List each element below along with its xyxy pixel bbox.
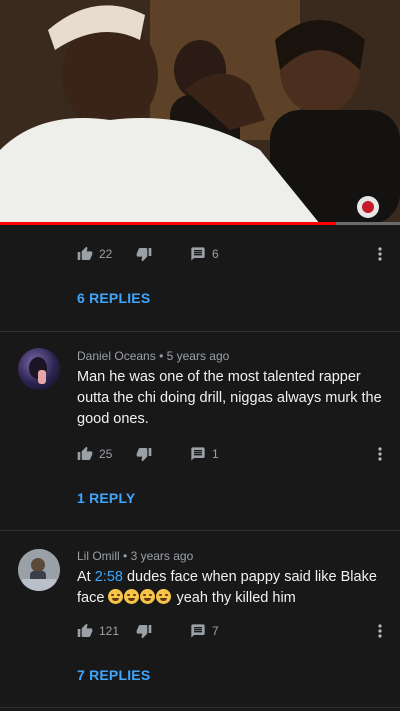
author-name[interactable]: Daniel Oceans xyxy=(77,349,156,363)
reply-icon xyxy=(191,247,205,261)
view-replies-link[interactable]: 1 REPLY xyxy=(77,490,135,506)
like-count: 25 xyxy=(99,447,113,461)
comment-text: Man he was one of the most talented rapp… xyxy=(77,369,382,427)
avatar-image xyxy=(18,549,60,591)
avatar-image xyxy=(29,357,47,384)
thumbs-up-icon xyxy=(77,446,93,460)
view-replies-link[interactable]: 6 REPLIES xyxy=(77,290,150,306)
dislike-button[interactable] xyxy=(136,442,152,466)
more-vertical-icon xyxy=(378,624,382,638)
meta-separator: • xyxy=(123,549,128,563)
comment-time: 5 years ago xyxy=(166,349,230,363)
more-options-button[interactable] xyxy=(374,442,386,466)
video-progress-fill xyxy=(0,222,336,225)
comment-time: 3 years ago xyxy=(130,549,194,563)
reply-icon xyxy=(191,447,205,461)
crying-laughing-emoji-icon xyxy=(156,589,172,604)
crying-laughing-emoji-icon xyxy=(108,589,124,604)
comment-text-end: yeah thy killed him xyxy=(172,590,296,606)
more-options-button[interactable] xyxy=(374,619,386,643)
comment-actions: 121 7 xyxy=(0,619,400,643)
comment-meta: Lil Omill • 3 years ago xyxy=(77,549,193,563)
video-player[interactable] xyxy=(0,0,400,224)
meta-separator: • xyxy=(159,349,164,363)
like-count: 121 xyxy=(99,624,120,638)
dislike-button[interactable] xyxy=(136,242,152,266)
thumbs-up-icon xyxy=(77,246,93,260)
divider xyxy=(0,530,400,531)
comment-actions: 25 1 xyxy=(0,442,400,466)
reply-button[interactable]: 1 xyxy=(190,442,219,466)
like-button[interactable]: 22 xyxy=(77,242,112,266)
dislike-button[interactable] xyxy=(136,619,152,643)
like-button[interactable]: 121 xyxy=(77,619,119,643)
author-name[interactable]: Lil Omill xyxy=(77,549,120,563)
comment-text-start: At xyxy=(77,569,95,585)
crying-laughing-emoji-icon xyxy=(140,589,156,604)
thumbs-down-icon xyxy=(136,248,152,262)
reply-button[interactable]: 7 xyxy=(190,619,219,643)
emoji-row xyxy=(108,589,172,606)
reply-count: 6 xyxy=(212,247,219,261)
video-progress-bar[interactable] xyxy=(0,222,400,225)
more-options-button[interactable] xyxy=(374,242,386,266)
divider xyxy=(0,331,400,332)
comment-meta: Daniel Oceans • 5 years ago xyxy=(77,349,229,363)
more-vertical-icon xyxy=(378,247,382,261)
like-button[interactable]: 25 xyxy=(77,442,112,466)
reply-icon xyxy=(191,624,205,638)
thumbs-up-icon xyxy=(77,623,93,637)
avatar[interactable] xyxy=(18,348,60,390)
divider xyxy=(0,707,400,708)
avatar[interactable] xyxy=(18,549,60,591)
crying-laughing-emoji-icon xyxy=(124,589,140,604)
video-timestamp-link[interactable]: 2:58 xyxy=(95,569,123,585)
reply-button[interactable]: 6 xyxy=(190,242,219,266)
reply-count: 7 xyxy=(212,624,219,638)
like-count: 22 xyxy=(99,247,113,261)
thumbs-down-icon xyxy=(136,625,152,639)
view-replies-link[interactable]: 7 REPLIES xyxy=(77,667,150,683)
more-vertical-icon xyxy=(378,447,382,461)
reply-count: 1 xyxy=(212,447,219,461)
comment-text: At 2:58 dudes face when pappy said like … xyxy=(77,567,387,609)
thumbs-down-icon xyxy=(136,448,152,462)
video-frame xyxy=(0,0,400,224)
comment-actions: 22 6 xyxy=(0,242,400,266)
